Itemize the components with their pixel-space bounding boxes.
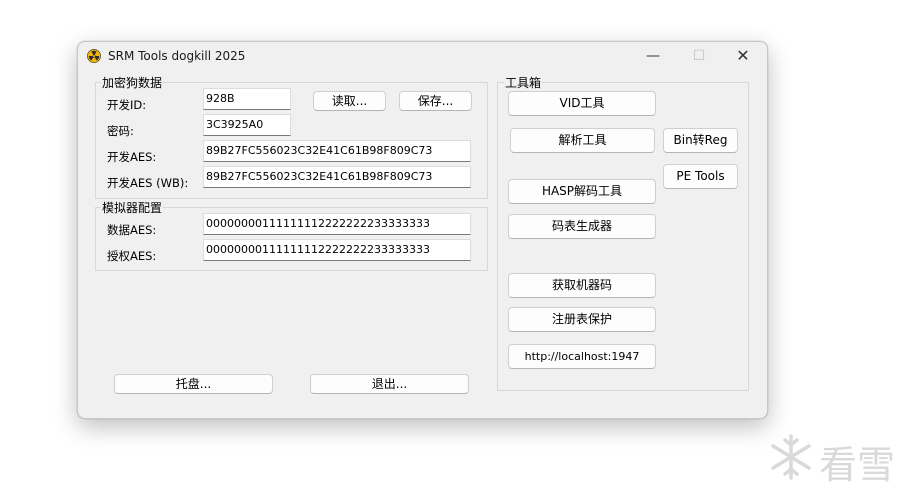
parse-tool-button[interactable]: 解析工具 <box>510 128 655 153</box>
save-button[interactable]: 保存... <box>399 91 472 111</box>
data-aes-label: 数据AES: <box>107 223 157 237</box>
auth-aes-field[interactable]: 00000000111111112222222233333333 <box>203 239 471 261</box>
code-table-button[interactable]: 码表生成器 <box>508 214 656 239</box>
bin-to-reg-button[interactable]: Bin转Reg <box>663 128 738 153</box>
radiation-icon <box>87 49 101 63</box>
window-title: SRM Tools dogkill 2025 <box>108 49 246 63</box>
pe-tools-button[interactable]: PE Tools <box>663 164 738 189</box>
localhost-link-button[interactable]: http://localhost:1947 <box>508 344 656 369</box>
dev-aes-field[interactable]: 89B27FC556023C32E41C61B98F809C73 <box>203 140 471 162</box>
dev-aes-label: 开发AES: <box>107 150 157 164</box>
dev-aes-wb-label: 开发AES (WB): <box>107 176 189 190</box>
toolbox-title: 工具箱 <box>504 74 543 91</box>
close-button[interactable]: ✕ <box>720 42 766 72</box>
vid-tool-button[interactable]: VID工具 <box>508 91 656 116</box>
maximize-button[interactable]: ☐ <box>676 42 722 72</box>
watermark-text: 看雪 <box>819 443 896 487</box>
app-window: SRM Tools dogkill 2025 — ☐ ✕ 加密狗数据 开发ID:… <box>77 41 768 419</box>
machine-code-button[interactable]: 获取机器码 <box>508 273 656 298</box>
registry-protect-button[interactable]: 注册表保护 <box>508 307 656 332</box>
tray-button[interactable]: 托盘... <box>114 374 273 394</box>
minimize-button[interactable]: — <box>630 42 676 72</box>
exit-button[interactable]: 退出... <box>310 374 469 394</box>
emulator-config-title: 模拟器配置 <box>101 199 164 216</box>
snowflake-icon <box>771 434 811 480</box>
dongle-data-title: 加密狗数据 <box>101 74 164 91</box>
dev-id-field[interactable]: 928B <box>203 88 291 110</box>
auth-aes-label: 授权AES: <box>107 249 157 263</box>
data-aes-field[interactable]: 00000000111111112222222233333333 <box>203 213 471 235</box>
hasp-decode-button[interactable]: HASP解码工具 <box>508 179 656 204</box>
dev-id-label: 开发ID: <box>107 98 147 112</box>
read-button[interactable]: 读取... <box>313 91 386 111</box>
password-field[interactable]: 3C3925A0 <box>203 114 291 136</box>
title-bar[interactable]: SRM Tools dogkill 2025 — ☐ ✕ <box>78 42 767 72</box>
watermark: 看雪 <box>767 432 907 487</box>
dev-aes-wb-field[interactable]: 89B27FC556023C32E41C61B98F809C73 <box>203 166 471 188</box>
password-label: 密码: <box>107 124 134 138</box>
